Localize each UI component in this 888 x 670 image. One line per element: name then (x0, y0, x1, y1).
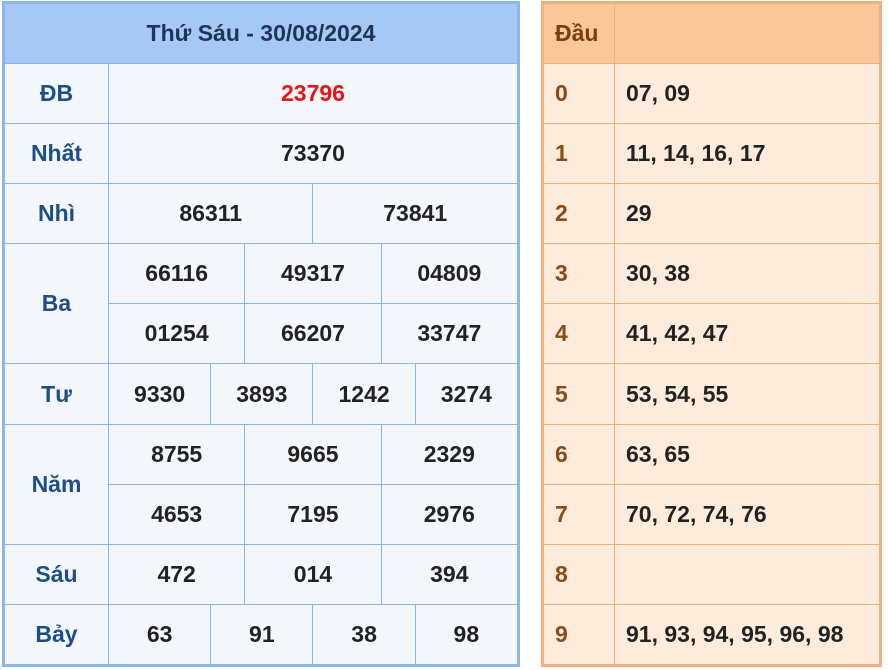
loto-header-dau: Đầu (543, 2, 615, 65)
prize-nhat-value: 73370 (108, 123, 518, 185)
prize-ba-value: 66207 (244, 303, 382, 365)
loto-row: 7 70, 72, 74, 76 (543, 483, 880, 545)
loto-head: 6 (543, 423, 615, 485)
prize-tu-value: 9330 (107, 363, 212, 425)
loto-tail: 29 (614, 183, 880, 245)
loto-head: 1 (543, 123, 615, 185)
prize-nam-value: 2976 (380, 483, 519, 545)
prize-label-ba: Ba (4, 243, 109, 365)
prize-label-tu: Tư (4, 363, 109, 425)
loto-head: 4 (543, 303, 615, 365)
prize-bay-value: 98 (414, 603, 519, 666)
prize-label-nhi: Nhì (4, 183, 109, 245)
prize-nam-value: 9665 (244, 423, 382, 485)
loto-tail: 11, 14, 16, 17 (614, 123, 880, 185)
loto-head: 0 (543, 63, 615, 125)
prize-tu-value: 1242 (312, 363, 416, 425)
prize-nam-value: 2329 (380, 423, 519, 485)
prize-ba-value: 66116 (107, 243, 246, 305)
loto-header-tail (614, 2, 880, 65)
prize-sau-value: 472 (107, 543, 246, 605)
prize-db-value: 23796 (108, 63, 518, 125)
loto-tail: 30, 38 (614, 243, 880, 305)
prize-bay-value: 63 (107, 603, 212, 666)
loto-head: 9 (543, 603, 615, 666)
prize-label-nam: Năm (4, 423, 109, 545)
loto-row: 0 07, 09 (543, 63, 880, 125)
prize-label-sau: Sáu (4, 543, 109, 605)
prize-sau-value: 394 (380, 543, 519, 605)
loto-table: Đầu 0 07, 09 1 11, 14, 16, 17 2 29 3 30,… (541, 1, 882, 667)
results-table: Thứ Sáu - 30/08/2024 ĐB 23796 Nhất 73370… (2, 1, 520, 667)
prize-tu-value: 3893 (210, 363, 314, 425)
results-title: Thứ Sáu - 30/08/2024 (4, 2, 518, 65)
loto-head: 7 (543, 483, 615, 545)
loto-row: 1 11, 14, 16, 17 (543, 123, 880, 185)
loto-row: 9 91, 93, 94, 95, 96, 98 (543, 603, 880, 666)
loto-row: 6 63, 65 (543, 423, 880, 485)
prize-ba-value: 01254 (107, 303, 246, 365)
prize-ba-value: 33747 (380, 303, 519, 365)
prize-nam-value: 4653 (107, 483, 246, 545)
prize-label-bay: Bảy (4, 603, 109, 666)
loto-row: 8 (543, 543, 880, 605)
loto-head: 5 (543, 363, 615, 425)
loto-row: 5 53, 54, 55 (543, 363, 880, 425)
prize-label-db: ĐB (4, 63, 109, 125)
loto-tail (614, 543, 880, 605)
prize-bay-value: 91 (210, 603, 314, 666)
prize-tu-value: 3274 (414, 363, 519, 425)
prize-nam-value: 7195 (244, 483, 382, 545)
prize-nam-value: 8755 (107, 423, 246, 485)
prize-sau-value: 014 (244, 543, 382, 605)
prize-ba-value: 04809 (380, 243, 519, 305)
loto-row: 4 41, 42, 47 (543, 303, 880, 365)
loto-row: 2 29 (543, 183, 880, 245)
loto-head: 8 (543, 543, 615, 605)
prize-nhi-value: 86311 (107, 183, 314, 245)
prize-label-nhat: Nhất (4, 123, 109, 185)
loto-head: 2 (543, 183, 615, 245)
loto-tail: 07, 09 (614, 63, 880, 125)
loto-tail: 70, 72, 74, 76 (614, 483, 880, 545)
loto-head: 3 (543, 243, 615, 305)
loto-tail: 63, 65 (614, 423, 880, 485)
prize-nhi-value: 73841 (312, 183, 518, 245)
loto-tail: 53, 54, 55 (614, 363, 880, 425)
loto-row: 3 30, 38 (543, 243, 880, 305)
prize-ba-value: 49317 (244, 243, 382, 305)
prize-bay-value: 38 (312, 603, 416, 666)
loto-tail: 41, 42, 47 (614, 303, 880, 365)
loto-tail: 91, 93, 94, 95, 96, 98 (614, 603, 880, 666)
